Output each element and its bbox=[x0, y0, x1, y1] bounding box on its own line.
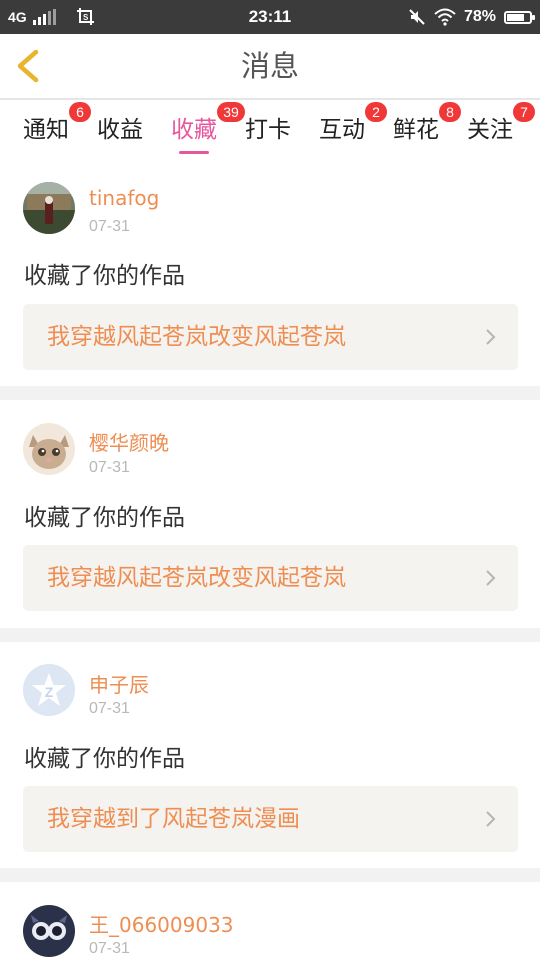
work-title: 我穿越风起苍岚改变风起苍岚 bbox=[47, 324, 346, 350]
tab-label: 打卡 bbox=[245, 117, 291, 143]
username[interactable]: 申子辰 bbox=[89, 669, 149, 698]
header: 消息 bbox=[0, 34, 540, 100]
username[interactable]: 王_066009033 bbox=[89, 909, 234, 938]
battery-fill bbox=[507, 13, 524, 21]
avatar[interactable] bbox=[23, 182, 75, 234]
tab-earnings[interactable]: 收益 bbox=[97, 110, 143, 150]
active-tab-indicator bbox=[179, 151, 209, 154]
card-separator bbox=[0, 628, 540, 642]
chevron-right-icon bbox=[486, 811, 496, 827]
notification-card: 王_066009033 07-31 bbox=[0, 882, 540, 960]
notification-action: 收藏了你的作品 bbox=[24, 505, 185, 531]
username[interactable]: 樱华颜晚 bbox=[89, 427, 169, 456]
tab-checkin[interactable]: 打卡 bbox=[245, 110, 291, 150]
notification-action: 收藏了你的作品 bbox=[24, 746, 185, 772]
notification-date: 07-31 bbox=[89, 218, 130, 235]
svg-text:Z: Z bbox=[45, 684, 54, 700]
tab-label: 鲜花 bbox=[393, 117, 439, 143]
mute-icon bbox=[409, 9, 425, 25]
tab-notice[interactable]: 通知 6 bbox=[23, 102, 91, 150]
wifi-icon bbox=[434, 8, 456, 26]
work-title: 我穿越到了风起苍岚漫画 bbox=[47, 806, 300, 832]
notification-date: 07-31 bbox=[89, 459, 130, 476]
work-link[interactable]: 我穿越风起苍岚改变风起苍岚 bbox=[23, 304, 518, 370]
notification-date: 07-31 bbox=[89, 700, 130, 717]
username[interactable]: tinafog bbox=[89, 186, 159, 210]
card-separator bbox=[0, 868, 540, 882]
notification-card: tinafog 07-31 收藏了你的作品 我穿越风起苍岚改变风起苍岚 bbox=[0, 156, 540, 386]
tab-badge: 7 bbox=[513, 102, 535, 122]
tab-follow[interactable]: 关注 7 bbox=[467, 102, 535, 150]
notification-card: Z 申子辰 07-31 收藏了你的作品 我穿越到了风起苍岚漫画 bbox=[0, 642, 540, 868]
tab-label: 关注 bbox=[467, 117, 513, 143]
chevron-right-icon bbox=[486, 329, 496, 345]
avatar[interactable] bbox=[23, 905, 75, 957]
tab-label: 收益 bbox=[97, 117, 143, 143]
status-right: 78% bbox=[408, 0, 535, 34]
avatar[interactable]: Z bbox=[23, 664, 75, 716]
tab-flowers[interactable]: 鲜花 8 bbox=[393, 102, 461, 150]
tab-label: 通知 bbox=[23, 117, 69, 143]
notification-date: 07-31 bbox=[89, 940, 130, 957]
tab-label: 收藏 bbox=[171, 117, 217, 143]
tab-badge: 2 bbox=[365, 102, 387, 122]
work-link[interactable]: 我穿越风起苍岚改变风起苍岚 bbox=[23, 545, 518, 611]
cat-avatar-icon bbox=[23, 423, 75, 475]
avatar[interactable] bbox=[23, 423, 75, 475]
page-title: 消息 bbox=[240, 49, 299, 83]
notification-action: 收藏了你的作品 bbox=[24, 263, 185, 289]
tab-badge: 8 bbox=[439, 102, 461, 122]
tab-label: 互动 bbox=[319, 117, 365, 143]
default-avatar-icon: Z bbox=[23, 664, 75, 716]
notification-card: 樱华颜晚 07-31 收藏了你的作品 我穿越风起苍岚改变风起苍岚 bbox=[0, 400, 540, 628]
work-link[interactable]: 我穿越到了风起苍岚漫画 bbox=[23, 786, 518, 852]
card-separator bbox=[0, 386, 540, 400]
tab-badge: 39 bbox=[217, 102, 245, 122]
battery-percent: 78% bbox=[463, 8, 496, 25]
work-title: 我穿越风起苍岚改变风起苍岚 bbox=[47, 565, 346, 591]
tab-bar: 通知 6 收益 收藏 39 打卡 互动 2 鲜花 8 关注 7 bbox=[0, 100, 540, 154]
battery-icon bbox=[504, 10, 535, 24]
status-bar: 4G S 23:11 78% bbox=[0, 0, 540, 34]
tab-favorites[interactable]: 收藏 39 bbox=[171, 102, 245, 154]
photo-avatar-icon bbox=[23, 182, 75, 234]
tab-badge: 6 bbox=[69, 102, 91, 122]
owl-avatar-icon bbox=[23, 905, 75, 957]
chevron-right-icon bbox=[486, 570, 496, 586]
tab-interaction[interactable]: 互动 2 bbox=[319, 102, 387, 150]
